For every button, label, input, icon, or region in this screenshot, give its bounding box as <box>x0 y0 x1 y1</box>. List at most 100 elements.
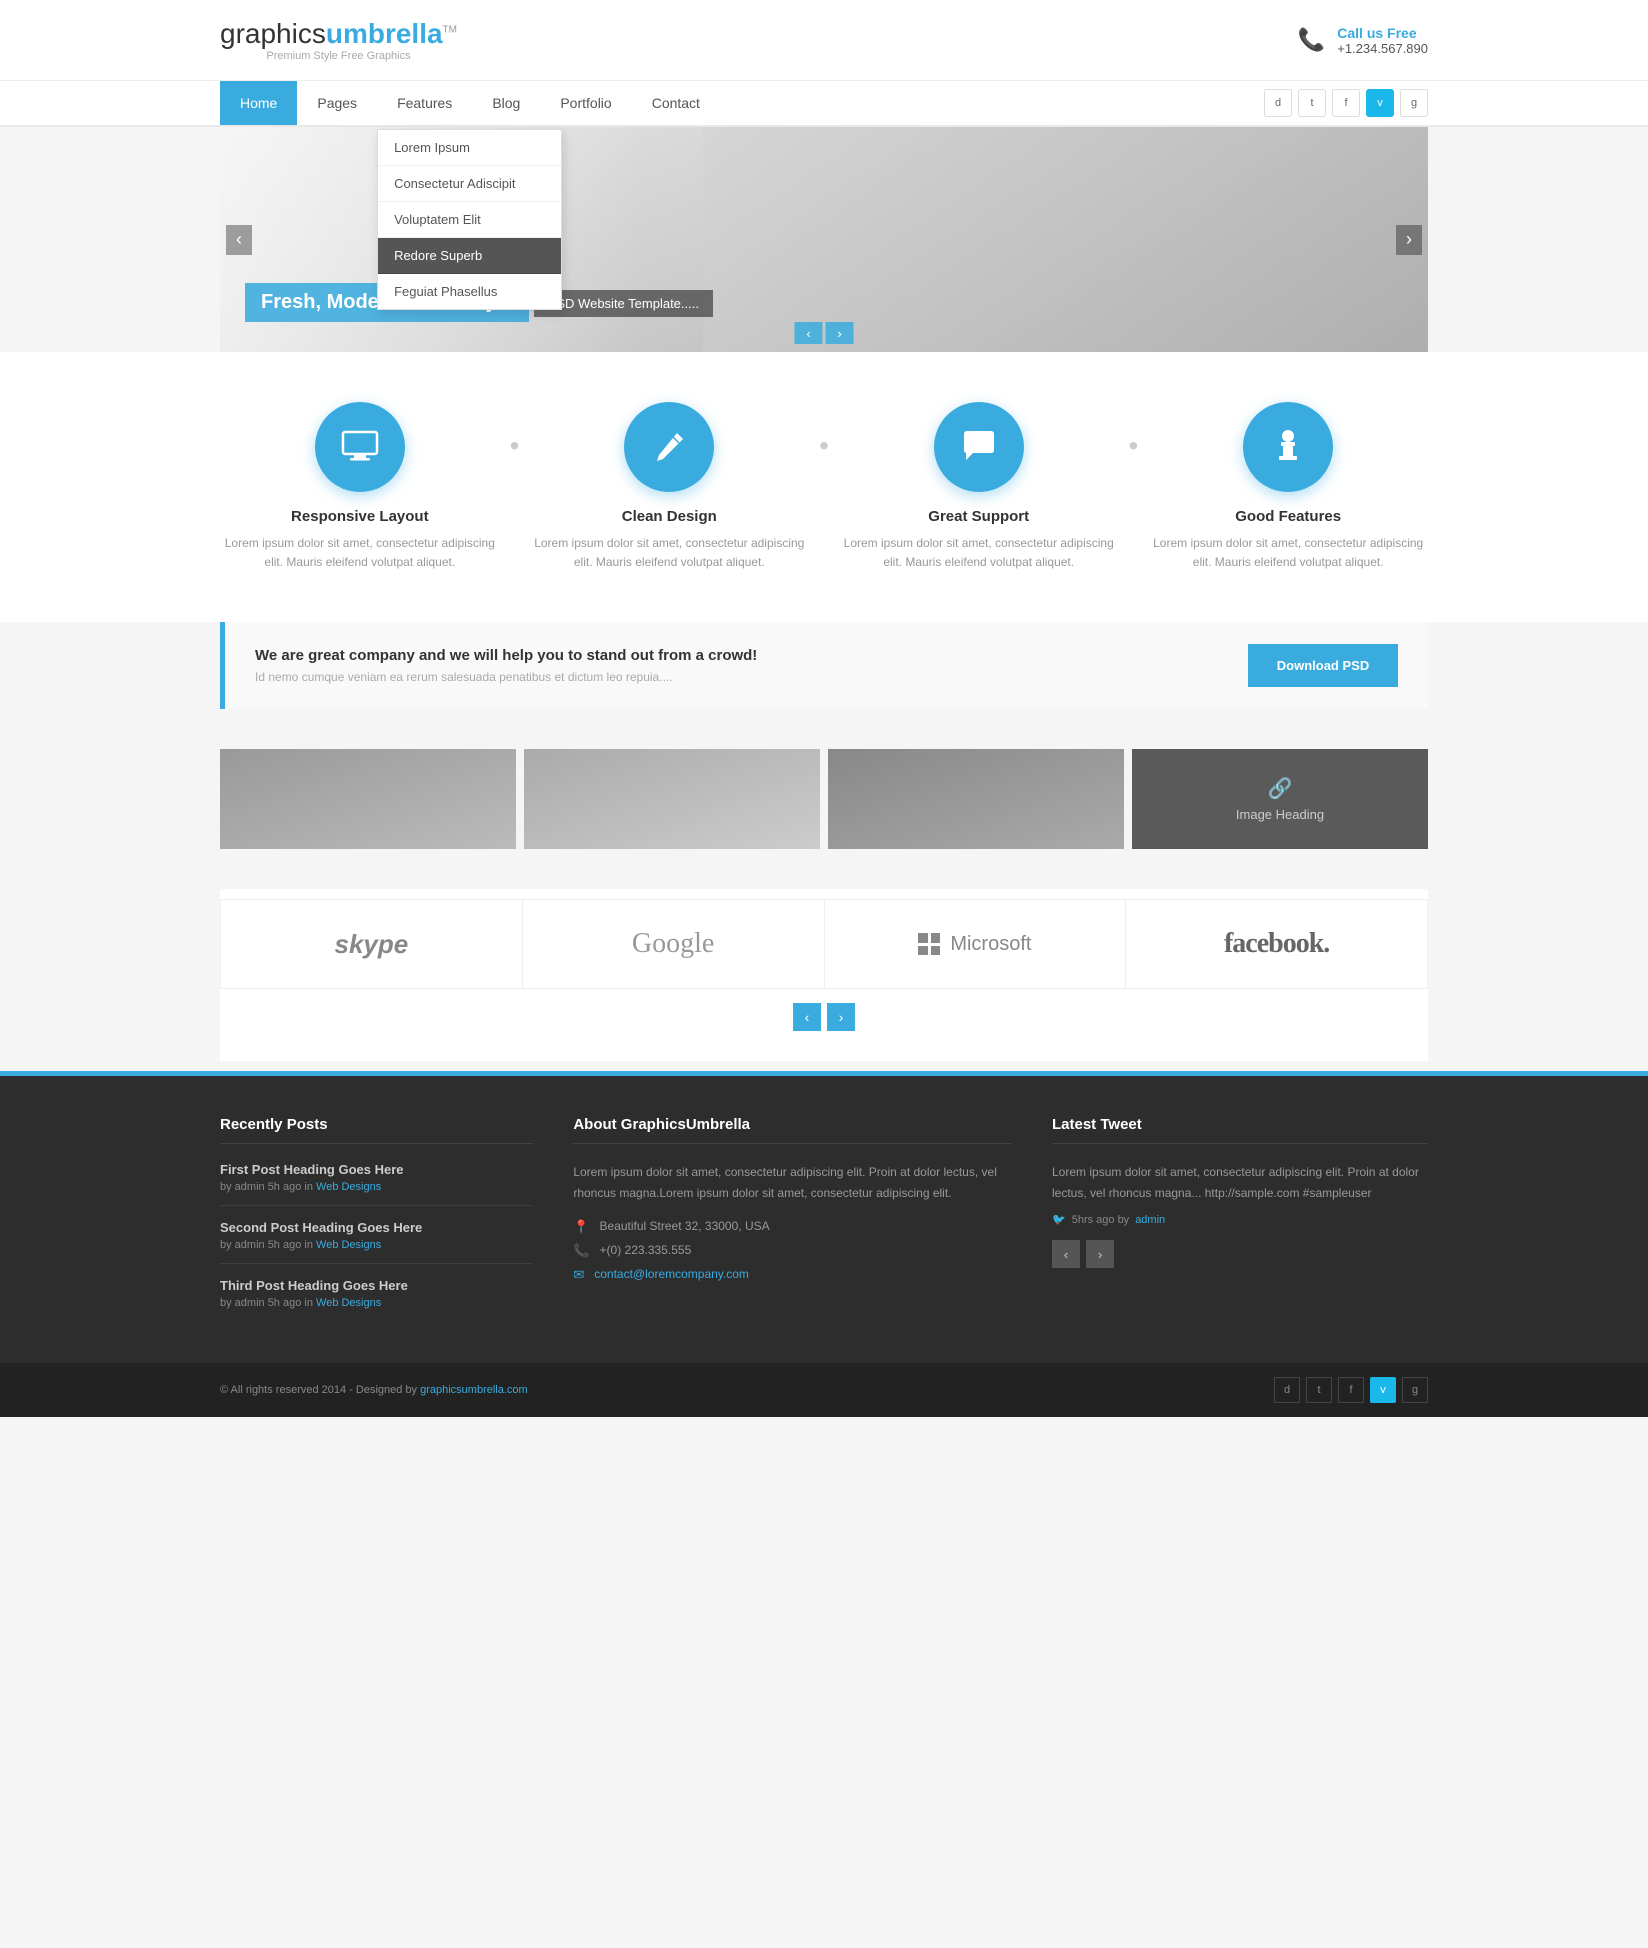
phone-number: +1.234.567.890 <box>1337 41 1428 56</box>
partners-section: skype Google Microsoft facebook. ‹ › <box>220 889 1428 1061</box>
footer-post-1-cat[interactable]: Web Designs <box>316 1181 381 1193</box>
feature-title-4: Good Features <box>1235 508 1341 525</box>
logo-accent: umbrella <box>326 18 443 49</box>
social-icon-deviantart[interactable]: d <box>1264 89 1292 117</box>
cta-heading: We are great company and we will help yo… <box>255 647 757 664</box>
footer-copy-link[interactable]: graphicsumbrella.com <box>420 1384 528 1396</box>
feature-icon-1 <box>315 402 405 492</box>
footer-col-posts: Recently Posts First Post Heading Goes H… <box>220 1116 533 1323</box>
features-grid: Responsive Layout Lorem ipsum dolor sit … <box>220 402 1428 572</box>
logo: graphicsumbrellaTM Premium Style Free Gr… <box>220 18 457 62</box>
features-dropdown: Lorem Ipsum Consectetur Adiscipit Volupt… <box>377 129 562 310</box>
footer-post-2-meta: by admin 5h ago in Web Designs <box>220 1239 533 1251</box>
social-icon-twitter[interactable]: t <box>1298 89 1326 117</box>
gallery-item-3[interactable] <box>828 749 1124 849</box>
chess-icon <box>1267 426 1309 468</box>
phone-icon: 📞 <box>1298 27 1325 53</box>
nav-item-blog[interactable]: Blog <box>472 81 540 125</box>
tweet-prev-arrow[interactable]: ‹ <box>1052 1240 1080 1268</box>
feature-title-1: Responsive Layout <box>291 508 429 525</box>
cta-subtext: Id nemo cumque veniam ea rerum salesuada… <box>255 670 757 684</box>
partner-facebook[interactable]: facebook. <box>1126 900 1427 988</box>
gallery-item-1[interactable] <box>220 749 516 849</box>
feature-item-3: Great Support Lorem ipsum dolor sit amet… <box>839 402 1119 572</box>
footer-social-icon-v[interactable]: v <box>1370 1377 1396 1403</box>
feature-dot-1: • <box>510 430 520 462</box>
footer-email-link[interactable]: contact@loremcompany.com <box>594 1267 749 1281</box>
footer-social-icon-g[interactable]: g <box>1402 1377 1428 1403</box>
pen-icon <box>649 427 689 467</box>
hero-prev-arrow[interactable]: ‹ <box>226 225 252 255</box>
gallery-item-2[interactable] <box>524 749 820 849</box>
contact-area: 📞 Call us Free +1.234.567.890 <box>1298 25 1428 56</box>
feature-item-2: Clean Design Lorem ipsum dolor sit amet,… <box>529 402 809 572</box>
feature-icon-2 <box>624 402 714 492</box>
tweet-meta: 🐦 5hrs ago by admin <box>1052 1213 1428 1226</box>
tweet-next-arrow[interactable]: › <box>1086 1240 1114 1268</box>
partner-skype[interactable]: skype <box>221 900 523 988</box>
dropdown-item-5[interactable]: Feguiat Phasellus <box>378 274 561 309</box>
footer-post-2: Second Post Heading Goes Here by admin 5… <box>220 1220 533 1264</box>
footer-social-icon-t[interactable]: t <box>1306 1377 1332 1403</box>
footer-post-3: Third Post Heading Goes Here by admin 5h… <box>220 1278 533 1309</box>
footer-about-text: Lorem ipsum dolor sit amet, consectetur … <box>573 1162 1012 1203</box>
footer-posts-heading: Recently Posts <box>220 1116 533 1144</box>
tweet-author-link[interactable]: admin <box>1135 1214 1165 1226</box>
nav-item-home[interactable]: Home <box>220 81 297 125</box>
feature-desc-2: Lorem ipsum dolor sit amet, consectetur … <box>529 534 809 572</box>
dropdown-item-1[interactable]: Lorem Ipsum <box>378 130 561 166</box>
gallery-item-4[interactable]: 🔗 Image Heading <box>1132 749 1428 849</box>
partners-grid: skype Google Microsoft facebook. <box>220 899 1428 989</box>
partners-prev-arrow[interactable]: ‹ <box>793 1003 821 1031</box>
footer-contact-email: ✉ contact@loremcompany.com <box>573 1267 1012 1283</box>
footer-social-icon-f[interactable]: f <box>1338 1377 1364 1403</box>
social-icon-google[interactable]: g <box>1400 89 1428 117</box>
logo-text: graphicsumbrellaTM <box>220 18 457 50</box>
phone-icon-footer: 📞 <box>573 1243 589 1259</box>
nav-left: Home Pages Features Lorem Ipsum Consecte… <box>220 81 720 125</box>
hero-next-arrow[interactable]: › <box>1396 225 1422 255</box>
nav-item-portfolio[interactable]: Portfolio <box>540 81 631 125</box>
gallery-section: 🔗 Image Heading <box>220 749 1428 849</box>
partners-next-arrow[interactable]: › <box>827 1003 855 1031</box>
dropdown-item-3[interactable]: Voluptatem Elit <box>378 202 561 238</box>
footer-post-3-title: Third Post Heading Goes Here <box>220 1278 533 1293</box>
social-icon-vimeo[interactable]: v <box>1366 89 1394 117</box>
footer-contact-phone: 📞 +(0) 223.335.555 <box>573 1243 1012 1259</box>
hero-dot-prev[interactable]: ‹ <box>795 322 823 344</box>
gallery-link-icon: 🔗 <box>1268 776 1293 801</box>
logo-tm: TM <box>443 25 457 36</box>
cta-button[interactable]: Download PSD <box>1248 644 1398 687</box>
feature-icon-4 <box>1243 402 1333 492</box>
social-icon-facebook[interactable]: f <box>1332 89 1360 117</box>
nav-item-contact[interactable]: Contact <box>632 81 720 125</box>
feature-desc-4: Lorem ipsum dolor sit amet, consectetur … <box>1148 534 1428 572</box>
microsoft-grid-icon <box>918 933 940 955</box>
partner-google[interactable]: Google <box>523 900 825 988</box>
footer-social-icon-d[interactable]: d <box>1274 1377 1300 1403</box>
footer-address-text: Beautiful Street 32, 33000, USA <box>600 1219 770 1233</box>
footer-col-tweet: Latest Tweet Lorem ipsum dolor sit amet,… <box>1052 1116 1428 1323</box>
footer-col-about: About GraphicsUmbrella Lorem ipsum dolor… <box>573 1116 1012 1323</box>
logo-plain: graphics <box>220 18 326 49</box>
dropdown-item-4-selected[interactable]: Redore Superb <box>378 238 561 274</box>
nav-item-features[interactable]: Features Lorem Ipsum Consectetur Adiscip… <box>377 81 472 125</box>
monitor-icon <box>339 426 381 468</box>
footer-post-3-cat[interactable]: Web Designs <box>316 1297 381 1309</box>
call-free-label: Call us Free <box>1337 25 1428 41</box>
footer-post-2-cat[interactable]: Web Designs <box>316 1239 381 1251</box>
feature-item-1: Responsive Layout Lorem ipsum dolor sit … <box>220 402 500 572</box>
dropdown-item-2[interactable]: Consectetur Adiscipit <box>378 166 561 202</box>
cta-text: We are great company and we will help yo… <box>255 647 757 684</box>
twitter-bird-icon: 🐦 <box>1052 1213 1066 1226</box>
partner-microsoft[interactable]: Microsoft <box>825 900 1127 988</box>
nav-item-pages[interactable]: Pages <box>297 81 377 125</box>
feature-desc-1: Lorem ipsum dolor sit amet, consectetur … <box>220 534 500 572</box>
chat-icon <box>958 426 1000 468</box>
logo-tagline: Premium Style Free Graphics <box>266 50 410 62</box>
footer-phone-text: +(0) 223.335.555 <box>600 1243 692 1257</box>
hero-dot-next[interactable]: › <box>826 322 854 344</box>
location-icon: 📍 <box>573 1219 589 1235</box>
footer-bottom: © All rights reserved 2014 - Designed by… <box>0 1363 1648 1417</box>
footer-post-2-title: Second Post Heading Goes Here <box>220 1220 533 1235</box>
